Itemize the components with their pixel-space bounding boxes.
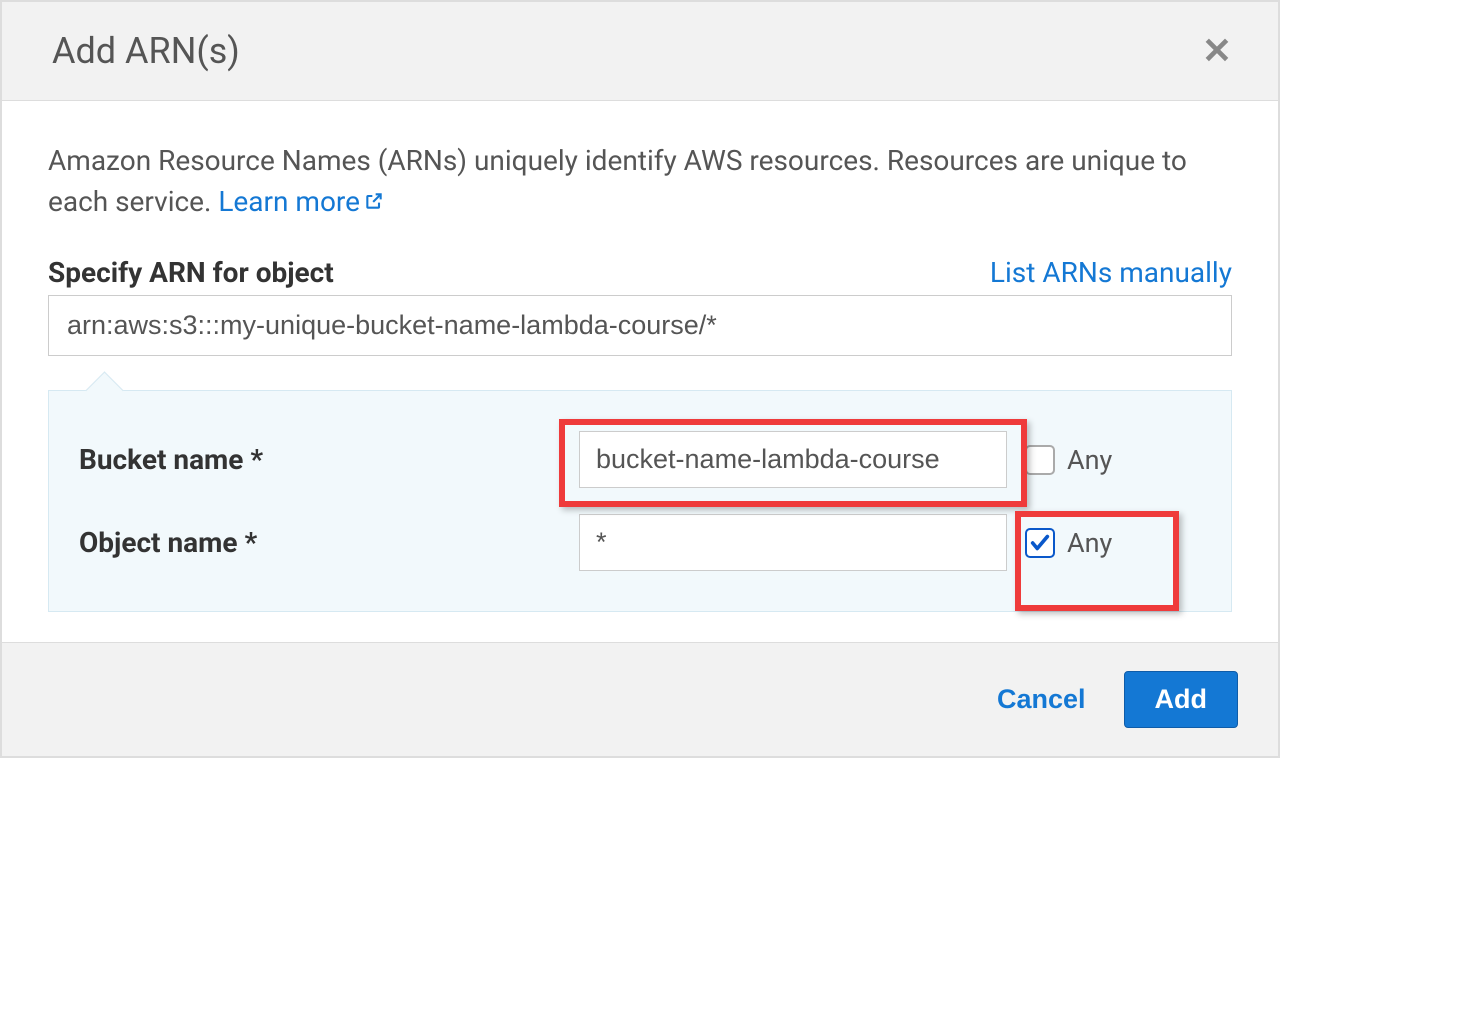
close-button[interactable]: ✕ <box>1196 30 1238 72</box>
arn-description: Amazon Resource Names (ARNs) uniquely id… <box>48 141 1232 222</box>
modal-title: Add ARN(s) <box>52 30 240 72</box>
add-button[interactable]: Add <box>1124 671 1238 728</box>
arn-input[interactable] <box>48 295 1232 356</box>
list-arns-manually-link[interactable]: List ARNs manually <box>990 256 1232 289</box>
object-any-highlight: Any <box>1025 527 1112 559</box>
object-any-wrap: Any <box>1025 527 1112 559</box>
object-name-label: Object name * <box>79 526 579 559</box>
bucket-name-row: Bucket name * Any <box>79 431 1201 488</box>
cancel-button[interactable]: Cancel <box>989 674 1094 725</box>
close-icon: ✕ <box>1202 30 1232 71</box>
object-input-wrap: Any <box>579 514 1112 571</box>
bucket-name-input[interactable] <box>579 431 1007 488</box>
bucket-highlight <box>579 431 1007 488</box>
arn-detail-panel: Bucket name * Any Object name * <box>48 390 1232 612</box>
object-any-label: Any <box>1067 527 1112 559</box>
external-link-icon <box>364 186 384 221</box>
learn-more-link[interactable]: Learn more <box>218 185 384 218</box>
specify-row: Specify ARN for object List ARNs manuall… <box>48 256 1232 289</box>
modal-header: Add ARN(s) ✕ <box>2 2 1278 101</box>
add-arn-modal: Add ARN(s) ✕ Amazon Resource Names (ARNs… <box>0 0 1280 758</box>
modal-footer: Cancel Add <box>2 642 1278 756</box>
bucket-name-label: Bucket name * <box>79 443 579 476</box>
bucket-input-wrap: Any <box>579 431 1112 488</box>
object-any-checkbox[interactable] <box>1025 528 1055 558</box>
bucket-any-label: Any <box>1067 444 1112 476</box>
annotation-highlight-icon <box>1015 511 1179 611</box>
bucket-any-wrap: Any <box>1025 444 1112 476</box>
specify-arn-label: Specify ARN for object <box>48 256 334 289</box>
object-name-row: Object name * Any <box>79 514 1201 571</box>
learn-more-label: Learn more <box>218 185 360 218</box>
object-name-input[interactable] <box>579 514 1007 571</box>
bucket-any-checkbox[interactable] <box>1025 445 1055 475</box>
modal-body: Amazon Resource Names (ARNs) uniquely id… <box>2 101 1278 642</box>
